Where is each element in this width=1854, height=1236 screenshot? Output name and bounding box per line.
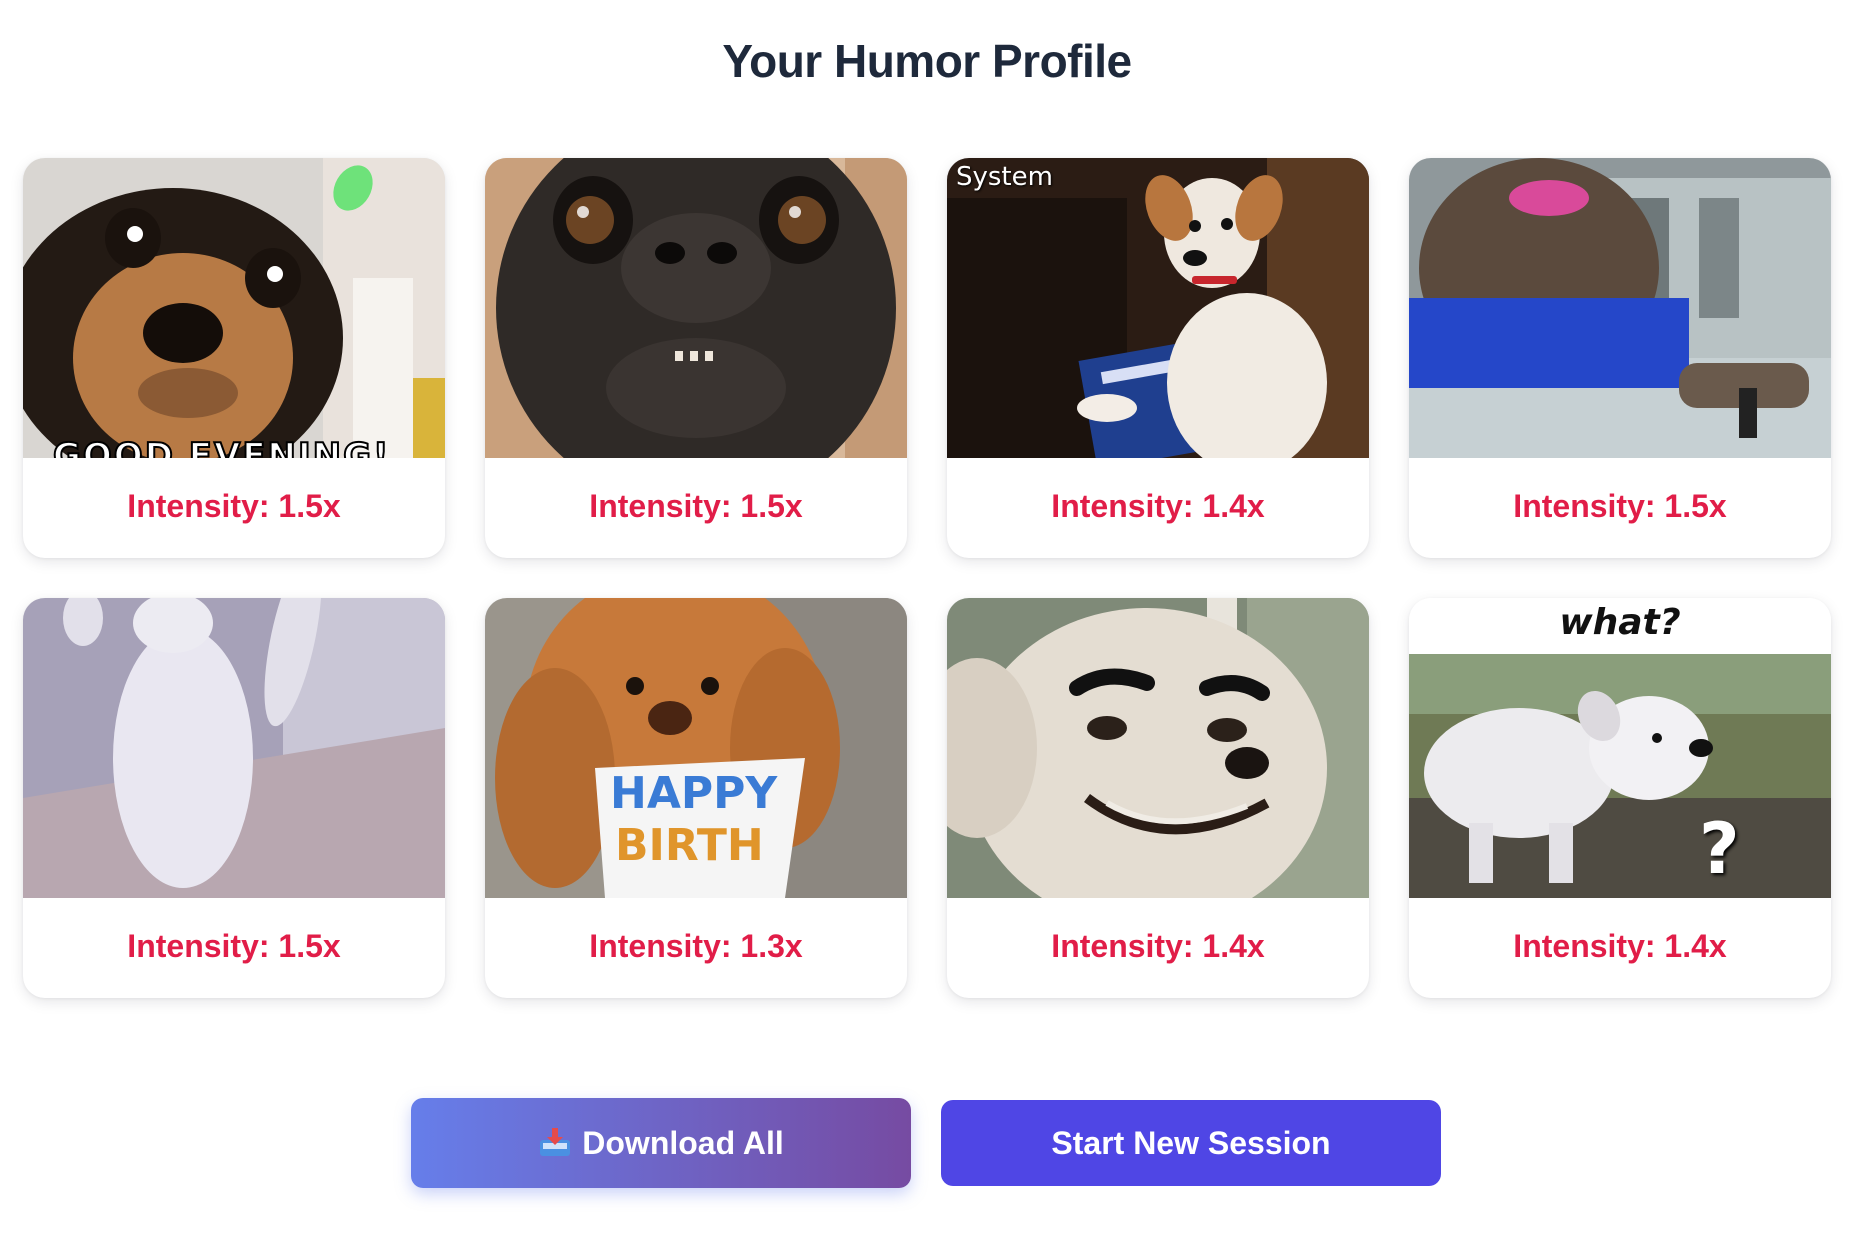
intensity-label: Intensity: 1.5x: [127, 927, 341, 964]
gif-thumbnail-eyebrow-chihuahua: [947, 598, 1369, 898]
doodle-image: HAPPY BIRTH: [485, 598, 907, 898]
gif-card[interactable]: GOOD EVENING! Intensity: 1.5x: [23, 158, 445, 558]
bib-text-birth: BIRTH: [615, 820, 764, 871]
gif-card[interactable]: HAPPY BIRTH Intensity: 1.3x: [485, 598, 907, 998]
intensity-label: Intensity: 1.5x: [589, 487, 803, 524]
confused-dog-image: [1409, 598, 1831, 898]
gif-thumbnail-pug: [485, 158, 907, 458]
gif-caption: what?: [1559, 602, 1681, 643]
jack-russell-image: [947, 158, 1369, 458]
gif-thumbnail-confused-dog: what? ?: [1409, 598, 1831, 898]
intensity-label: Intensity: 1.4x: [1051, 487, 1265, 524]
bib-text-happy: HAPPY: [610, 768, 778, 819]
gif-card[interactable]: System Intensity: 1.4x: [947, 158, 1369, 558]
intensity-label: Intensity: 1.5x: [1513, 487, 1727, 524]
download-all-button[interactable]: Download All: [411, 1098, 911, 1188]
gif-thumbnail-chihuahua: GOOD EVENING!: [23, 158, 445, 458]
action-bar: Download All Start New Session: [0, 1098, 1854, 1188]
intensity-label: Intensity: 1.3x: [589, 927, 803, 964]
intensity-label: Intensity: 1.4x: [1513, 927, 1727, 964]
download-all-label: Download All: [582, 1124, 784, 1161]
chihuahua-image: [23, 158, 445, 458]
question-mark-overlay: ?: [1699, 808, 1740, 890]
page-title: Your Humor Profile: [722, 35, 1132, 87]
gif-thumbnail-jack-russell: System: [947, 158, 1369, 458]
intensity-label: Intensity: 1.4x: [1051, 927, 1265, 964]
gif-card[interactable]: what? ? Intensity: 1.4x: [1409, 598, 1831, 998]
gif-card[interactable]: Intensity: 1.5x: [23, 598, 445, 998]
gif-caption: GOOD EVENING!: [52, 435, 391, 458]
kitten-image: [23, 598, 445, 898]
gif-thumbnail-doodle: HAPPY BIRTH: [485, 598, 907, 898]
gif-grid: GOOD EVENING! Intensity: 1.5x Intensity:…: [23, 158, 1833, 998]
humor-profile-page: Your Humor Profile GOOD EVENING! Intensi…: [0, 0, 1854, 1236]
gif-card[interactable]: Intensity: 1.5x: [1409, 158, 1831, 558]
gif-thumbnail-seal: [1409, 158, 1831, 458]
pug-image: [485, 158, 907, 458]
gif-thumbnail-kitten: [23, 598, 445, 898]
intensity-label: Intensity: 1.5x: [127, 487, 341, 524]
inbox-tray-icon: [538, 1128, 572, 1158]
gif-card[interactable]: Intensity: 1.5x: [485, 158, 907, 558]
start-new-session-button[interactable]: Start New Session: [941, 1100, 1441, 1186]
gif-caption: System: [956, 162, 1053, 192]
start-new-session-label: Start New Session: [1051, 1124, 1331, 1161]
gif-card[interactable]: Intensity: 1.4x: [947, 598, 1369, 998]
eyebrow-chihuahua-image: [947, 598, 1369, 898]
seal-image: [1409, 158, 1831, 458]
